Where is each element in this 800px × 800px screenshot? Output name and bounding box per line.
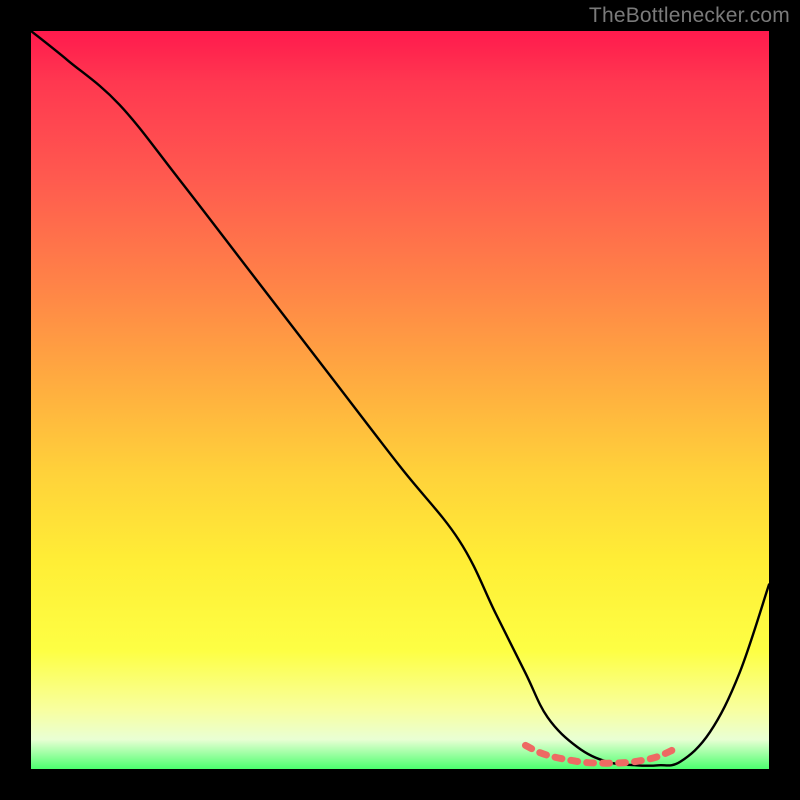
series-bottleneck-curve: [31, 31, 769, 766]
attribution-label: TheBottlenecker.com: [589, 4, 790, 28]
plot-area: [31, 31, 769, 769]
chart-svg: [31, 31, 769, 769]
chart-frame: TheBottlenecker.com: [0, 0, 800, 800]
series-optimal-band: [525, 745, 673, 763]
